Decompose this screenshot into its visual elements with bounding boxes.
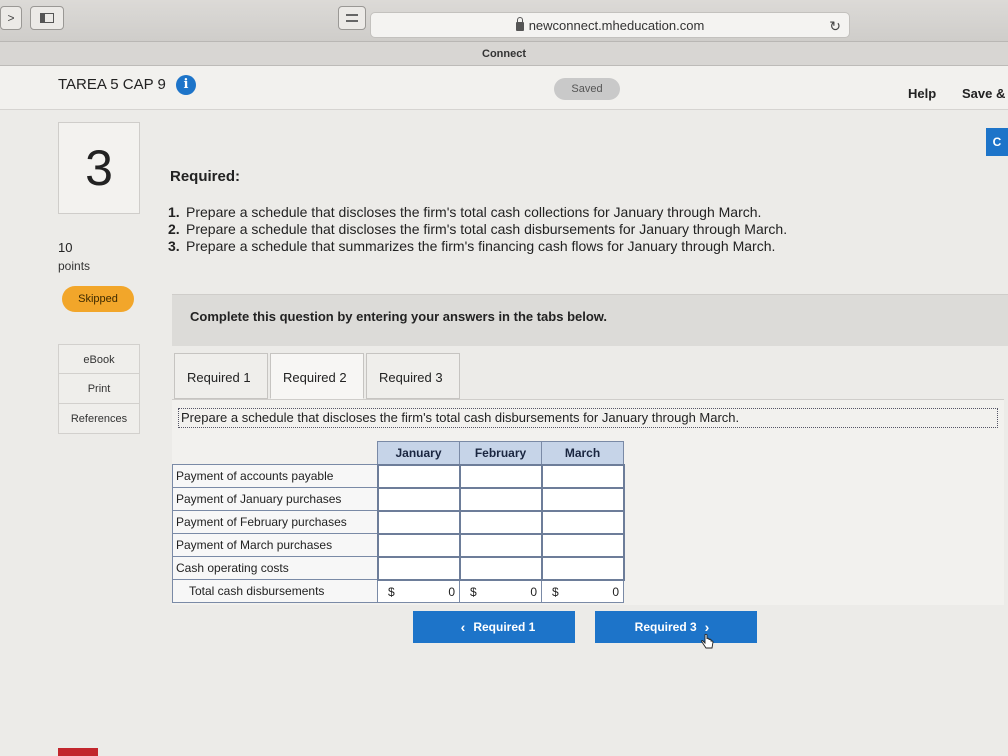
points-value: 10: [58, 240, 73, 255]
amount-input[interactable]: [540, 509, 625, 535]
info-icon[interactable]: i: [176, 75, 196, 95]
reader-icon: [346, 14, 358, 22]
requirements-list: 1. Prepare a schedule that discloses the …: [168, 204, 787, 255]
amount-input[interactable]: [458, 555, 543, 581]
reader-button[interactable]: [338, 6, 366, 30]
amount-input[interactable]: [540, 486, 625, 512]
disbursement-schedule: January February March Payment of accoun…: [172, 441, 625, 603]
amount-input[interactable]: [540, 555, 625, 581]
prev-required-button[interactable]: ‹ Required 1: [413, 611, 575, 643]
table-row: Payment of February purchases: [172, 509, 625, 535]
amount-input[interactable]: [458, 486, 543, 512]
row-label: Cash operating costs: [172, 556, 378, 580]
chevron-right-icon: >: [7, 11, 15, 25]
tab-required-2[interactable]: Required 2: [270, 353, 364, 399]
instruction-text: Complete this question by entering your …: [190, 309, 608, 324]
amount-input[interactable]: [376, 486, 461, 512]
amount-input[interactable]: [458, 509, 543, 535]
save-exit-link[interactable]: Save &: [962, 86, 1005, 101]
instruction-band: Complete this question by entering your …: [172, 294, 1008, 346]
assignment-header: TAREA 5 CAP 9 i Saved Help Save &: [0, 66, 1008, 110]
tab-required-1[interactable]: Required 1: [174, 353, 268, 399]
total-january: $ 0: [377, 579, 460, 603]
status-badge: Skipped: [62, 286, 134, 312]
amount-input[interactable]: [376, 532, 461, 558]
assignment-title: TAREA 5 CAP 9: [58, 76, 166, 93]
back-button[interactable]: >: [0, 6, 22, 30]
currency-symbol: $: [470, 584, 477, 599]
total-value: 0: [530, 584, 537, 599]
points-label: points: [58, 259, 91, 273]
sidebar-toggle-button[interactable]: [30, 6, 64, 30]
chevron-right-icon: ›: [704, 619, 710, 635]
currency-symbol: $: [388, 584, 395, 599]
total-value: 0: [448, 584, 455, 599]
browser-toolbar: > newconnect.mheducation.com ↻: [0, 0, 1008, 42]
hand-cursor-icon: [701, 634, 714, 649]
amount-input[interactable]: [540, 463, 625, 489]
total-label: Total cash disbursements: [172, 579, 378, 603]
table-row: Payment of accounts payable: [172, 463, 625, 489]
tab-panel: Prepare a schedule that discloses the fi…: [172, 399, 1004, 605]
prompt-text: Prepare a schedule that discloses the fi…: [178, 408, 998, 428]
question-number: 3: [58, 122, 140, 214]
required-heading: Required:: [170, 168, 241, 185]
continue-button[interactable]: C: [986, 128, 1008, 156]
amount-input[interactable]: [376, 509, 461, 535]
total-row: Total cash disbursements $ 0 $ 0 $ 0: [172, 579, 624, 603]
browser-tab-title: Connect: [482, 48, 526, 60]
amount-input[interactable]: [540, 532, 625, 558]
amount-input[interactable]: [458, 463, 543, 489]
column-header-february: February: [459, 441, 542, 465]
tab-required-3[interactable]: Required 3: [366, 353, 460, 399]
total-february: $ 0: [459, 579, 542, 603]
question-area: 3 10 points Skipped eBook Print Referenc…: [0, 110, 1008, 756]
url-text: newconnect.mheducation.com: [528, 17, 705, 33]
sidebar-icon: [40, 13, 54, 23]
chevron-left-icon: ‹: [460, 619, 466, 635]
next-required-button[interactable]: Required 3 ›: [595, 611, 757, 643]
prev-button-label: Required 1: [473, 620, 536, 634]
row-label: Payment of February purchases: [172, 510, 378, 534]
amount-input[interactable]: [376, 463, 461, 489]
list-item: 2. Prepare a schedule that discloses the …: [168, 221, 788, 237]
reload-icon[interactable]: ↻: [829, 18, 841, 35]
references-link[interactable]: References: [58, 404, 140, 434]
lock-icon: [515, 16, 524, 31]
print-link[interactable]: Print: [58, 374, 140, 404]
brand-strip: [58, 748, 98, 756]
total-march: $ 0: [541, 579, 624, 603]
amount-input[interactable]: [458, 532, 543, 558]
column-header-march: March: [541, 441, 624, 465]
saved-badge: Saved: [554, 78, 620, 100]
row-label: Payment of January purchases: [172, 487, 378, 511]
row-label: Payment of accounts payable: [172, 464, 378, 488]
question-number-value: 3: [85, 140, 113, 196]
total-value: 0: [612, 584, 619, 599]
table-row: Payment of March purchases: [172, 532, 625, 558]
ebook-link[interactable]: eBook: [58, 344, 140, 374]
list-item: 3. Prepare a schedule that summarizes the…: [168, 238, 776, 254]
table-row: Payment of January purchases: [172, 486, 625, 512]
amount-input[interactable]: [376, 555, 461, 581]
address-bar[interactable]: newconnect.mheducation.com ↻: [370, 12, 850, 38]
currency-symbol: $: [552, 584, 559, 599]
row-label: Payment of March purchases: [172, 533, 378, 557]
table-row: Cash operating costs: [172, 555, 625, 581]
browser-tab[interactable]: Connect: [0, 42, 1008, 66]
list-item: 1. Prepare a schedule that discloses the …: [168, 204, 762, 220]
resource-links: eBook Print References: [58, 344, 140, 434]
column-header-january: January: [377, 441, 460, 465]
help-link[interactable]: Help: [908, 86, 936, 101]
next-button-label: Required 3: [634, 620, 697, 634]
required-tabs: Required 1 Required 2 Required 3: [174, 353, 462, 399]
